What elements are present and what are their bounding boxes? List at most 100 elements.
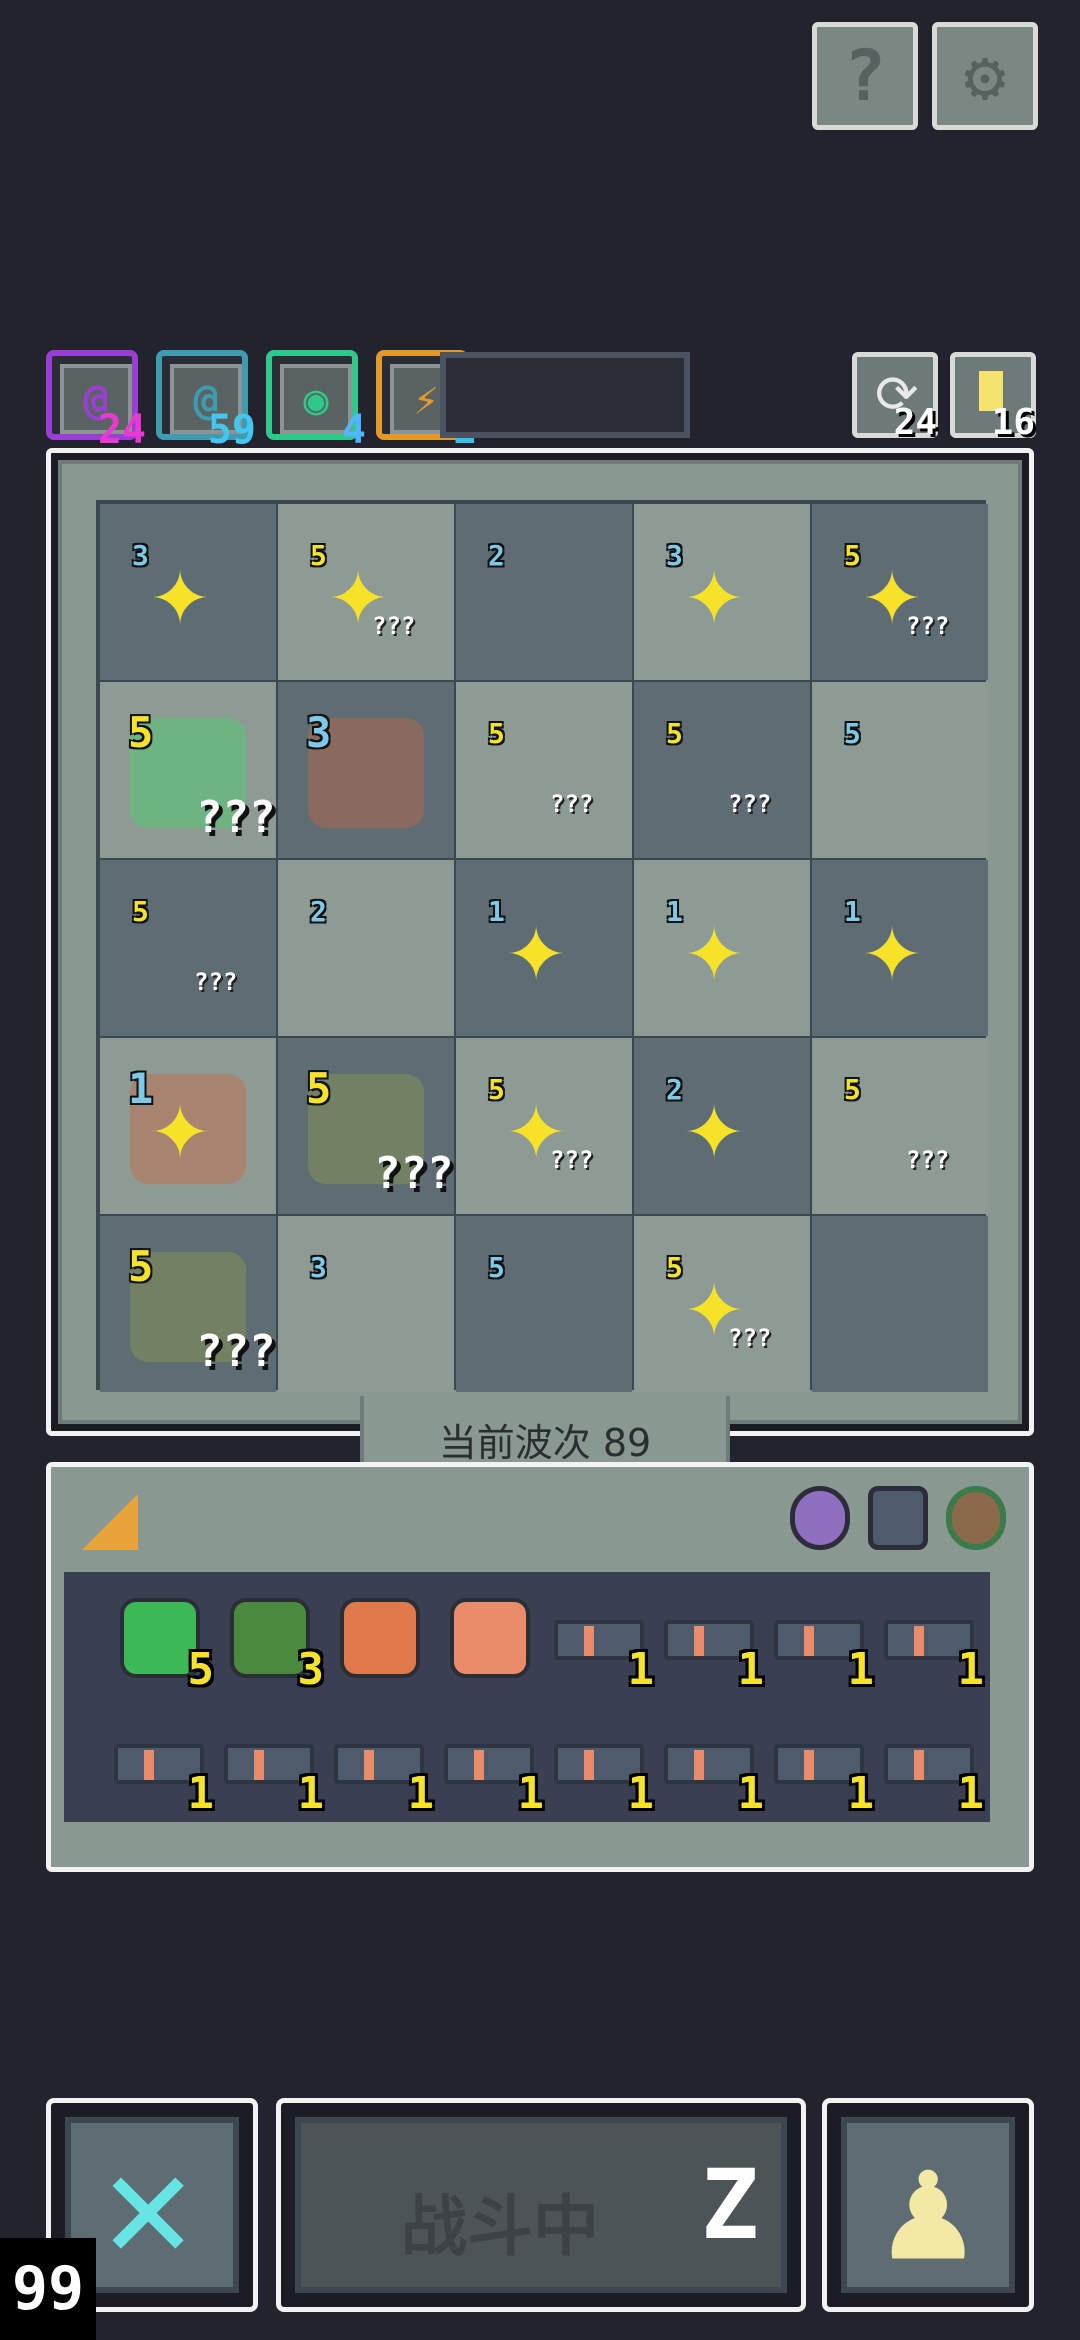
gun-icon[interactable]: 1 [114,1716,214,1816]
cell-level: 1 [666,895,683,928]
key-button[interactable]: 16 [950,352,1036,443]
unknown-marker: ??? [194,968,238,996]
pawn-icon: ♟ [883,2121,974,2295]
unknown-marker: ??? [372,612,416,640]
unknown-marker: ??? [550,790,594,818]
cell-level: 3 [306,708,332,757]
gun-icon[interactable]: 1 [664,1592,764,1692]
board-cell[interactable]: 5??? [634,682,810,858]
fight-status-button[interactable]: 战斗中 Z [276,2098,806,2312]
board-grid: ✦ 3 ✦ 5??? 2 ✦ 3 ✦ 5??? 5??? 3 5??? 5??? 5 5??? 2 ✦ 1 ✦ 1 ✦ 1… [96,500,988,1392]
sparkle-icon: ✦ [150,1065,211,1182]
cell-level: 5 [488,1073,505,1106]
board-cell[interactable]: ✦ 3 [100,504,276,680]
board-cell[interactable]: 5??? [456,682,632,858]
inventory-tab[interactable] [58,1474,308,1574]
board-cell[interactable]: ✦ 1 [100,1038,276,1214]
cell-level: 5 [488,717,505,750]
board-cell[interactable]: ✦ 5??? [812,504,988,680]
board-cell[interactable]: 5??? [812,1038,988,1214]
item-count: 1 [847,1768,875,1819]
cell-level: 5 [128,708,154,757]
board-cell[interactable]: 5 [812,682,988,858]
cell-level: 3 [310,1251,327,1284]
board-cell[interactable]: 5??? [100,682,276,858]
ring-icon[interactable] [946,1486,1006,1550]
item-sprite [340,1598,420,1678]
gun-icon[interactable]: 1 [664,1716,764,1816]
board-cell[interactable]: ✦ 5??? [278,504,454,680]
gun-icon[interactable]: 1 [884,1592,984,1692]
board-cell[interactable]: 3 [278,1216,454,1392]
unknown-marker: ??? [196,792,276,843]
cell-level: 5 [132,895,149,928]
settings-button[interactable]: ⚙ [932,22,1038,130]
character-button[interactable]: ♟ [822,2098,1034,2312]
sparkle-icon: ✦ [862,887,923,1004]
cell-level: 2 [666,1073,683,1106]
board-cell[interactable] [812,1216,988,1392]
unknown-marker: ??? [374,1148,454,1199]
board-cell[interactable]: ✦ 1 [456,860,632,1036]
unknown-marker: ??? [728,790,772,818]
sparkle-icon: ✦ [684,1065,745,1182]
gun-icon[interactable]: 1 [774,1592,874,1692]
gun-icon[interactable]: 1 [554,1592,654,1692]
resource-chip[interactable]: ◉ 4 [266,350,366,450]
soldier-icon[interactable]: 3 [224,1592,324,1692]
gun-icon[interactable]: 1 [774,1716,874,1816]
cell-level: 5 [310,539,327,572]
item-count: 1 [297,1768,325,1819]
gun-icon[interactable]: 1 [554,1716,654,1816]
cell-level: 5 [844,1073,861,1106]
help-button[interactable]: ? [812,22,918,130]
board-cell[interactable]: ✦ 2 [634,1038,810,1214]
sparkle-icon: ✦ [684,531,745,648]
armor-icon[interactable] [334,1592,424,1682]
board-cell[interactable]: ✦ 5??? [456,1038,632,1214]
board-cell[interactable]: 5??? [100,860,276,1036]
board-cell[interactable]: ✦ 1 [634,860,810,1036]
board-cell[interactable]: ✦ 1 [812,860,988,1036]
sparkle-icon: ✦ [506,887,567,1004]
gun-icon[interactable]: 1 [444,1716,544,1816]
board-cell[interactable]: 5??? [278,1038,454,1214]
board-cell[interactable]: ✦ 5??? [634,1216,810,1392]
item-count: 3 [297,1644,325,1695]
resource-chip[interactable]: @24 [46,350,146,450]
wave-label: 当前波次 89 [438,1420,652,1465]
item-count: 1 [627,1768,655,1819]
cell-level: 1 [844,895,861,928]
speed-counter: 99 [0,2238,96,2340]
refresh-button[interactable]: ⟳ 24 [852,352,938,443]
bullet-icon[interactable] [444,1592,534,1682]
emerald-icon[interactable]: 5 [114,1592,214,1692]
gun-icon[interactable]: 1 [884,1716,984,1816]
cell-level: 1 [488,895,505,928]
board-cell[interactable]: 2 [456,504,632,680]
cell-level: 5 [306,1064,332,1113]
board-cell[interactable]: 3 [278,682,454,858]
board-cell[interactable]: ✦ 3 [634,504,810,680]
cell-level: 5 [844,539,861,572]
item-count: 1 [187,1768,215,1819]
board-cell[interactable]: 5??? [100,1216,276,1392]
resource-chip[interactable]: @59 [156,350,256,450]
cell-level: 5 [666,1251,683,1284]
item-count: 5 [187,1644,215,1695]
gun-icon[interactable]: 1 [224,1716,324,1816]
gear-icon: ⚙ [963,35,1007,117]
cell-level: 2 [310,895,327,928]
board-cell[interactable]: 5 [456,1216,632,1392]
item-count: 1 [407,1768,435,1819]
gun-icon[interactable]: 1 [334,1716,434,1816]
cell-level: 1 [128,1064,154,1113]
cell-level: 3 [132,539,149,572]
sparkle-icon: ✦ [150,531,211,648]
cheese-icon [82,1494,138,1550]
potion-icon[interactable] [790,1486,850,1550]
board-cell[interactable]: 2 [278,860,454,1036]
cell-level: 2 [488,539,505,572]
helmet-icon[interactable] [868,1486,928,1550]
help-icon: ? [843,35,887,117]
